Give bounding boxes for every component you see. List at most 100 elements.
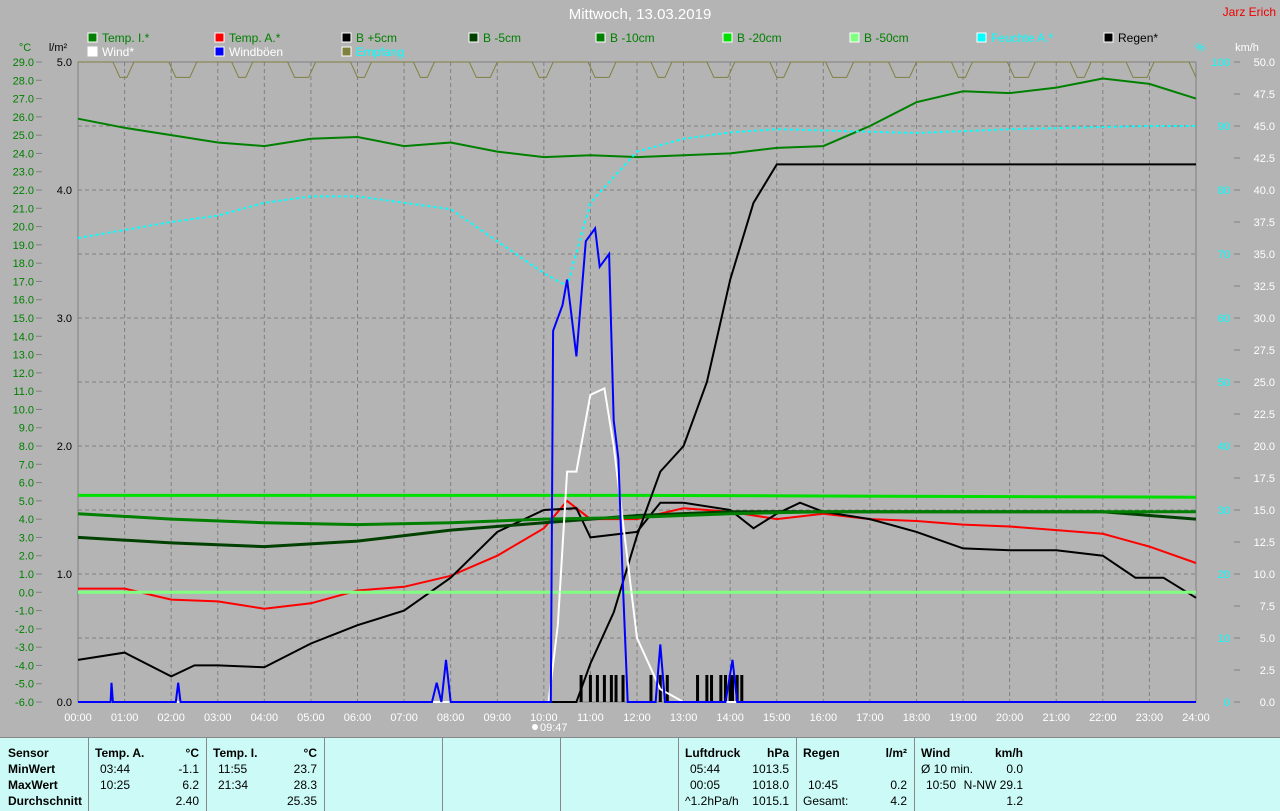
legend-label: Temp. I.* [102,31,150,45]
temp-tick-label: 28.0 [13,75,34,87]
temp-tick-label: 26.0 [13,112,34,124]
rain-max: 0.2 [890,778,907,792]
rain-tick-label: 1.0 [57,569,72,581]
temp-tick-label: 11.0 [13,386,34,398]
legend-label: Empfang [356,45,404,59]
temp-tick-label: 3.0 [19,532,34,544]
rain-event-bar [705,675,709,702]
temp-tick-label: 16.0 [13,295,34,307]
temp-tick-label: 15.0 [13,313,34,325]
rain-event-bar [665,675,669,702]
temp-tick-label: 27.0 [13,94,34,106]
wind-tick-label: 25.0 [1254,377,1275,389]
temp-i-max: 28.3 [293,778,317,792]
weather-chart: 00:00 01:00 02:00 03:00 04:00 05:00 06:00 07:00… [13,31,1275,734]
rain-tick-label: 5.0 [57,57,72,69]
legend-swatch [87,46,98,57]
x-tick-label: 13:00 [670,712,698,724]
wind-header: Wind [921,746,951,760]
x-tick-label: 22:00 [1089,712,1117,724]
pressure-min: 1013.5 [752,762,789,776]
legend-swatch [722,32,733,43]
sun-icon [532,724,538,730]
wind-tick-label: 7.5 [1260,601,1275,613]
humidity-tick-label: 0 [1224,697,1230,709]
rain-tick-label: 0.0 [57,697,72,709]
temp-i-avg: 25.35 [286,794,317,808]
temp-tick-label: 0.0 [19,587,34,599]
temp-tick-label: 14.0 [13,331,34,343]
temp-tick-label: 21.0 [13,203,34,215]
x-tick-label: 08:00 [437,712,465,724]
temp-tick-label: 19.0 [13,240,34,252]
legend-label: Windböen [229,45,283,59]
rain-max-time: 10:45 [808,778,839,792]
wind-tick-label: 47.5 [1254,89,1275,101]
legend-label: B -50cm [864,31,909,45]
pressure-header: Luftdruck [685,746,741,760]
temp-tick-label: 20.0 [13,222,34,234]
x-tick-label: 17:00 [856,712,884,724]
rain-axis-unit: l/m² [49,42,68,54]
wind-tick-label: 17.5 [1254,473,1275,485]
rain-total: 4.2 [890,794,907,808]
x-tick-label: 00:00 [64,712,92,724]
legend-label: B -5cm [483,31,521,45]
x-tick-label: 04:00 [251,712,279,724]
legend-label: Wind* [102,45,134,59]
x-tick-label: 01:00 [111,712,139,724]
pressure-max-time: 00:05 [690,778,721,792]
wind-tick-label: 20.0 [1254,441,1275,453]
humidity-tick-label: 40 [1218,441,1230,453]
rain-event-bar [710,675,714,702]
temp-tick-label: 1.0 [19,569,34,581]
wind-tick-label: 15.0 [1254,505,1275,517]
temp-tick-label: 7.0 [19,459,34,471]
min-label: MinWert [8,762,56,776]
temp-tick-label: 22.0 [13,185,34,197]
wind-tick-label: 12.5 [1254,537,1275,549]
rain-event-bar [609,675,613,702]
wind-tick-label: 32.5 [1254,281,1275,293]
temp-i-min: 23.7 [293,762,317,776]
wind-avg10-label: Ø 10 min. [921,762,974,776]
temp-tick-label: -3.0 [15,642,34,654]
avg-label: Durchschnitt [8,794,83,808]
legend-swatch [976,32,987,43]
x-tick-label: 14:00 [716,712,744,724]
legend-swatch [1103,32,1114,43]
rain-event-bar [588,675,592,702]
x-tick-label: 11:00 [577,712,604,724]
legend-swatch [341,46,352,57]
x-tick-label: 06:00 [344,712,372,724]
wind-max-time: 10:50 [926,778,957,792]
humidity-tick-label: 100 [1212,57,1230,69]
rain-tick-label: 2.0 [57,441,72,453]
wind-axis-unit: km/h [1235,42,1259,54]
x-tick-label: 03:00 [204,712,232,724]
pressure-min-time: 05:44 [690,762,721,776]
rain-event-bar [696,675,700,702]
x-tick-label: 20:00 [996,712,1024,724]
temp-tick-label: 13.0 [13,350,34,362]
legend-label: B -20cm [737,31,782,45]
stats-table: Sensor MinWert MaxWert Durchschnitt Temp… [0,737,1280,811]
x-tick-label: 21:00 [1042,712,1070,724]
x-tick-label: 16:00 [810,712,838,724]
sensor-header: Sensor [8,746,49,760]
x-tick-label: 15:00 [763,712,791,724]
temp-tick-label: 9.0 [19,423,34,435]
wind-tick-label: 10.0 [1254,569,1275,581]
legend-label: Temp. A.* [229,31,281,45]
temp-tick-label: 24.0 [13,148,34,160]
rain-total-label: Gesamt: [803,794,849,808]
x-tick-label: 12:00 [623,712,651,724]
rain-event-bar [602,675,606,702]
rain-event-bar [719,675,723,702]
humidity-tick-label: 20 [1218,569,1230,581]
legend-label: Feuchte A.* [991,31,1053,45]
temp-axis-unit: °C [19,42,31,54]
temp-tick-label: -6.0 [15,697,34,709]
temp-tick-label: 8.0 [19,441,34,453]
pressure-avg: 1015.1 [752,794,789,808]
